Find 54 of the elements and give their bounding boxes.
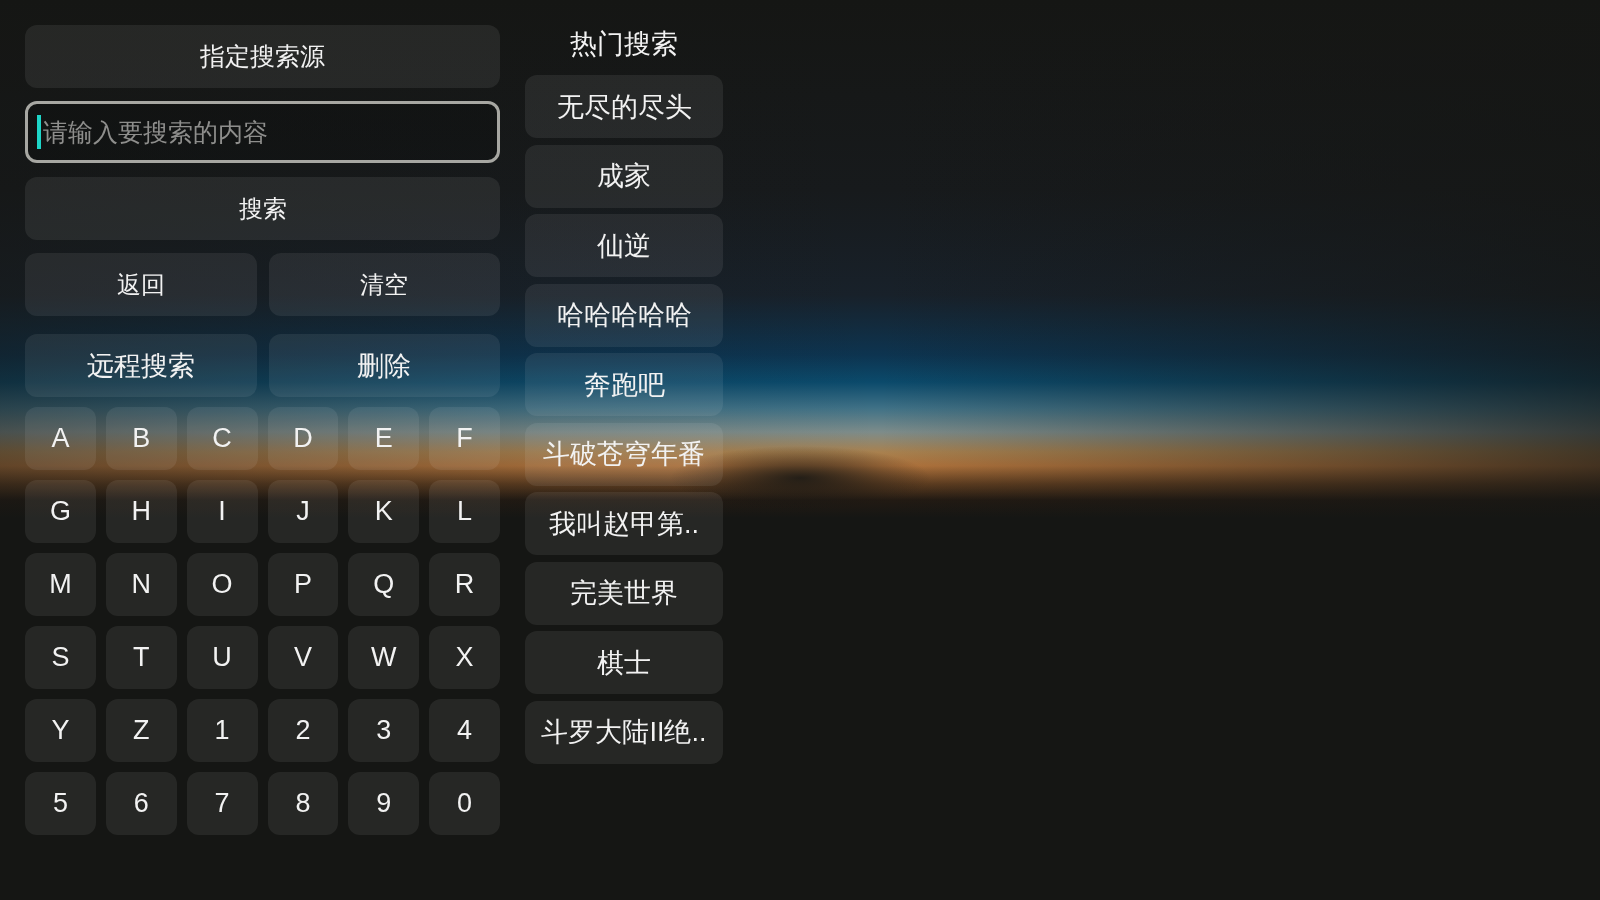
keyboard-key[interactable]: P	[267, 553, 339, 616]
keyboard-key[interactable]: 2	[267, 699, 339, 762]
keyboard-key[interactable]: Y	[25, 699, 96, 762]
hot-search-item[interactable]: 成家	[525, 144, 723, 208]
keyboard-key[interactable]: X	[429, 626, 500, 689]
keyboard-key[interactable]: R	[429, 553, 500, 616]
keyboard-key[interactable]: 7	[186, 772, 258, 835]
hot-search-item[interactable]: 仙逆	[525, 214, 723, 277]
text-cursor	[37, 115, 41, 149]
hot-search-item[interactable]: 哈哈哈哈哈	[525, 283, 723, 347]
keyboard-key[interactable]: I	[186, 480, 258, 543]
keyboard-key[interactable]: N	[105, 553, 177, 616]
keyboard-key[interactable]: J	[267, 480, 339, 543]
hot-search-title: 热门搜索	[569, 28, 679, 61]
hot-search-item[interactable]: 完美世界	[525, 561, 723, 625]
keyboard-key[interactable]: E	[348, 407, 420, 470]
keyboard-key[interactable]: C	[186, 407, 258, 470]
keyboard-key[interactable]: 9	[348, 772, 420, 835]
keyboard-key[interactable]: F	[429, 407, 500, 470]
action-button[interactable]: 清空	[268, 253, 500, 316]
keyboard-key[interactable]: 4	[429, 699, 500, 762]
keyboard-key[interactable]: V	[267, 626, 339, 689]
hot-search-item[interactable]: 无尽的尽头	[525, 75, 723, 138]
keyboard-key[interactable]: A	[25, 407, 96, 470]
hot-search-item[interactable]: 棋士	[525, 631, 723, 694]
keyboard-key[interactable]: W	[348, 626, 420, 689]
keyboard-key[interactable]: Q	[348, 553, 420, 616]
action-button[interactable]: 删除	[268, 334, 500, 397]
keyboard-key[interactable]: 6	[105, 772, 177, 835]
keyboard-key[interactable]: G	[25, 480, 96, 543]
source-button[interactable]: 指定搜索源	[25, 25, 500, 88]
keyboard-key[interactable]: D	[267, 407, 339, 470]
keyboard-key[interactable]: Z	[105, 699, 177, 762]
keyboard-key[interactable]: 3	[348, 699, 420, 762]
keyboard-key[interactable]: 1	[186, 699, 258, 762]
hot-search-item[interactable]: 我叫赵甲第..	[525, 492, 723, 555]
keyboard-key[interactable]: T	[105, 626, 177, 689]
action-button[interactable]: 返回	[25, 253, 257, 316]
keyboard-key[interactable]: B	[105, 407, 177, 470]
keyboard-key[interactable]: 0	[429, 772, 500, 835]
keyboard-key[interactable]: M	[25, 553, 96, 616]
keyboard-key[interactable]: O	[186, 553, 258, 616]
keyboard-key[interactable]: 8	[267, 772, 339, 835]
keyboard-key[interactable]: H	[105, 480, 177, 543]
keyboard-key[interactable]: 5	[25, 772, 96, 835]
keyboard-key[interactable]: S	[25, 626, 96, 689]
keyboard-key[interactable]: K	[348, 480, 420, 543]
search-field[interactable]: 请输入要搜索的内容	[25, 101, 500, 163]
hot-search-item[interactable]: 斗罗大陆II绝..	[525, 700, 723, 764]
hot-search-item[interactable]: 奔跑吧	[525, 353, 723, 416]
keyboard-key[interactable]: U	[186, 626, 258, 689]
keyboard-key[interactable]: L	[429, 480, 500, 543]
action-button[interactable]: 远程搜索	[25, 334, 257, 397]
search-button[interactable]: 搜索	[25, 177, 500, 240]
